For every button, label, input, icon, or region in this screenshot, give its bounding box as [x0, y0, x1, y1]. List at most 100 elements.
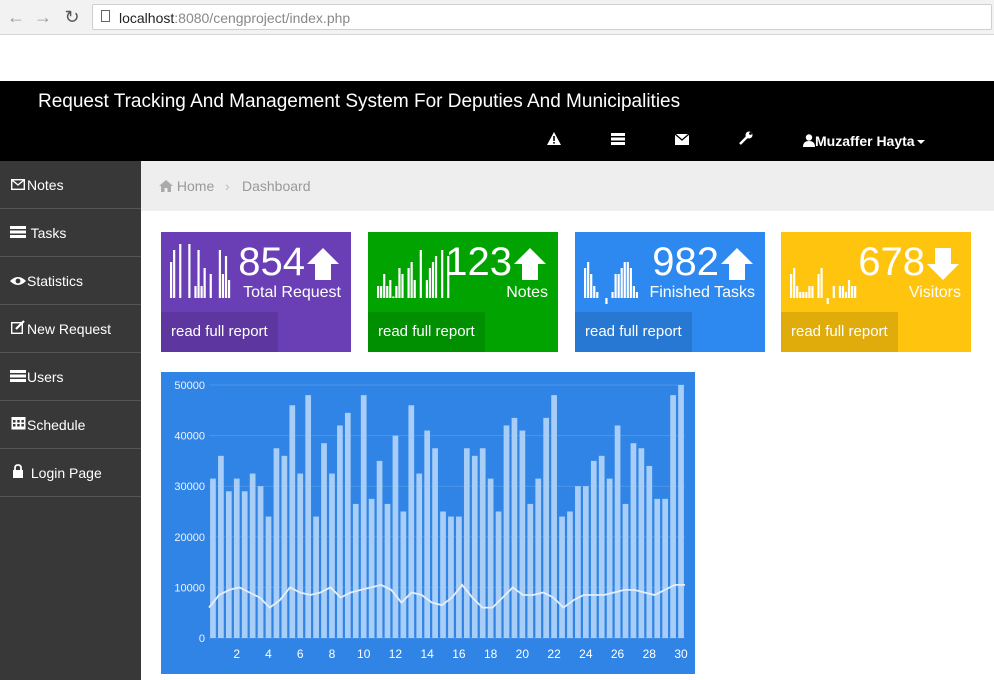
- read-full-report-link[interactable]: read full report: [781, 312, 898, 352]
- sparkline-bar: [197, 250, 200, 298]
- sparkline-bar: [200, 286, 203, 298]
- chart-bar: [218, 455, 224, 638]
- edit-icon: [9, 306, 27, 354]
- list-icon: [9, 210, 27, 258]
- sparkline-bar: [398, 268, 401, 298]
- sidebar-item-label: Login Page: [30, 465, 102, 481]
- sidebar-item-label: Tasks: [30, 225, 67, 241]
- calendar-icon: [9, 402, 27, 450]
- tasks-icon[interactable]: [608, 131, 628, 151]
- sparkline-bar: [179, 244, 182, 298]
- chart-bar: [527, 503, 534, 638]
- chart-bar: [456, 516, 462, 638]
- sparkline-bar: [629, 268, 632, 298]
- arrow-up-icon: [307, 248, 339, 280]
- envelope-icon: [9, 162, 27, 210]
- chart-bar: [582, 486, 589, 638]
- chart-bar: [551, 395, 557, 638]
- read-full-report-link[interactable]: read full report: [161, 312, 278, 352]
- chart-bar: [590, 460, 597, 638]
- sparkline-bar: [413, 280, 416, 298]
- sparkline-chart: [790, 268, 857, 304]
- sidebar-item-tasks[interactable]: Tasks: [0, 209, 141, 257]
- sparkline-bar: [832, 286, 835, 298]
- sparkline-bar: [434, 256, 438, 298]
- wrench-icon[interactable]: [736, 131, 756, 151]
- chart-bar: [352, 503, 359, 638]
- chart-bar: [432, 448, 438, 638]
- envelope-icon[interactable]: [672, 131, 692, 151]
- sidebar-item-schedule[interactable]: Schedule: [0, 401, 141, 449]
- sparkline-chart: [170, 244, 231, 298]
- stat-value: 982: [652, 240, 719, 284]
- warning-icon[interactable]: [544, 131, 564, 151]
- back-arrow-icon[interactable]: ←: [6, 7, 26, 27]
- y-tick-label: 40000: [174, 431, 205, 443]
- breadcrumb-home[interactable]: Home: [159, 178, 214, 194]
- sparkline-bar: [425, 280, 428, 298]
- address-bar[interactable]: localhost:8080/cengproject/index.php: [92, 4, 992, 30]
- x-tick-label: 16: [452, 647, 466, 661]
- user-menu[interactable]: Muzaffer Hayta: [803, 133, 925, 149]
- breadcrumb: Home › Dashboard: [141, 161, 994, 211]
- breadcrumb-current: Dashboard: [242, 178, 311, 194]
- chart-bar: [416, 473, 423, 638]
- sparkline-bar: [407, 268, 410, 298]
- chart-bar: [329, 473, 335, 638]
- sparkline-chart: [377, 250, 450, 298]
- chart-bar: [630, 443, 637, 638]
- x-tick-label: 22: [547, 647, 561, 661]
- x-tick-label: 8: [329, 647, 336, 661]
- sparkline-bar: [419, 250, 422, 298]
- x-tick-label: 14: [420, 647, 434, 661]
- home-icon: [159, 180, 173, 192]
- sidebar-item-notes[interactable]: Notes: [0, 161, 141, 209]
- chart-bar: [241, 491, 248, 638]
- sidebar-item-statistics[interactable]: Statistics: [0, 257, 141, 305]
- chart-bar: [535, 478, 542, 638]
- chart-bar: [567, 511, 573, 638]
- sparkline-bar: [203, 268, 206, 298]
- chart-bar: [559, 516, 565, 638]
- x-tick-label: 28: [643, 647, 657, 661]
- chart-bar: [384, 503, 391, 638]
- chart-bar: [646, 465, 653, 638]
- read-full-report-link[interactable]: read full report: [575, 312, 692, 352]
- sparkline-bar: [796, 286, 799, 298]
- sidebar-item-label: New Request: [27, 321, 112, 337]
- sparkline-bar: [441, 250, 444, 298]
- x-tick-label: 30: [674, 647, 688, 661]
- sidebar-item-label: Notes: [27, 177, 64, 193]
- chart-bar: [249, 473, 256, 638]
- reload-icon[interactable]: ↻: [62, 7, 82, 27]
- x-tick-label: 24: [579, 647, 593, 661]
- sparkline-bar: [227, 280, 231, 298]
- sidebar-item-login-page[interactable]: Login Page: [0, 449, 141, 497]
- x-tick-label: 2: [233, 647, 240, 661]
- sidebar-item-label: Schedule: [27, 417, 86, 433]
- sparkline-bar: [209, 274, 212, 298]
- sidebar-item-users[interactable]: Users: [0, 353, 141, 401]
- chart-bar: [344, 412, 351, 638]
- forward-arrow-icon[interactable]: →: [33, 7, 53, 27]
- y-tick-label: 10000: [174, 582, 205, 594]
- sparkline-bar: [611, 292, 614, 298]
- sparkline-chart: [584, 262, 639, 304]
- sparkline-bar: [386, 286, 389, 298]
- y-tick-label: 0: [199, 633, 205, 645]
- read-full-report-link[interactable]: read full report: [368, 312, 485, 352]
- chart-bar: [622, 503, 629, 638]
- sparkline-bar: [820, 268, 823, 298]
- x-tick-label: 20: [516, 647, 530, 661]
- y-tick-label: 50000: [174, 380, 205, 392]
- url-text: localhost:8080/cengproject/index.php: [119, 10, 351, 26]
- sidebar-item-label: Users: [27, 369, 64, 385]
- chart-bar: [670, 395, 676, 638]
- requests-chart: 0 10000 20000 30000 40000 50000 2 4 6 8 10 12 14 16 18…: [161, 372, 695, 674]
- chart-bar: [511, 417, 518, 638]
- sidebar-item-new-request[interactable]: New Request: [0, 305, 141, 353]
- sparkline-bar: [811, 286, 814, 298]
- chart-bar: [598, 455, 605, 638]
- main-content: Home › Dashboard 854 Total Request read …: [141, 161, 994, 680]
- chart-bar: [305, 395, 312, 638]
